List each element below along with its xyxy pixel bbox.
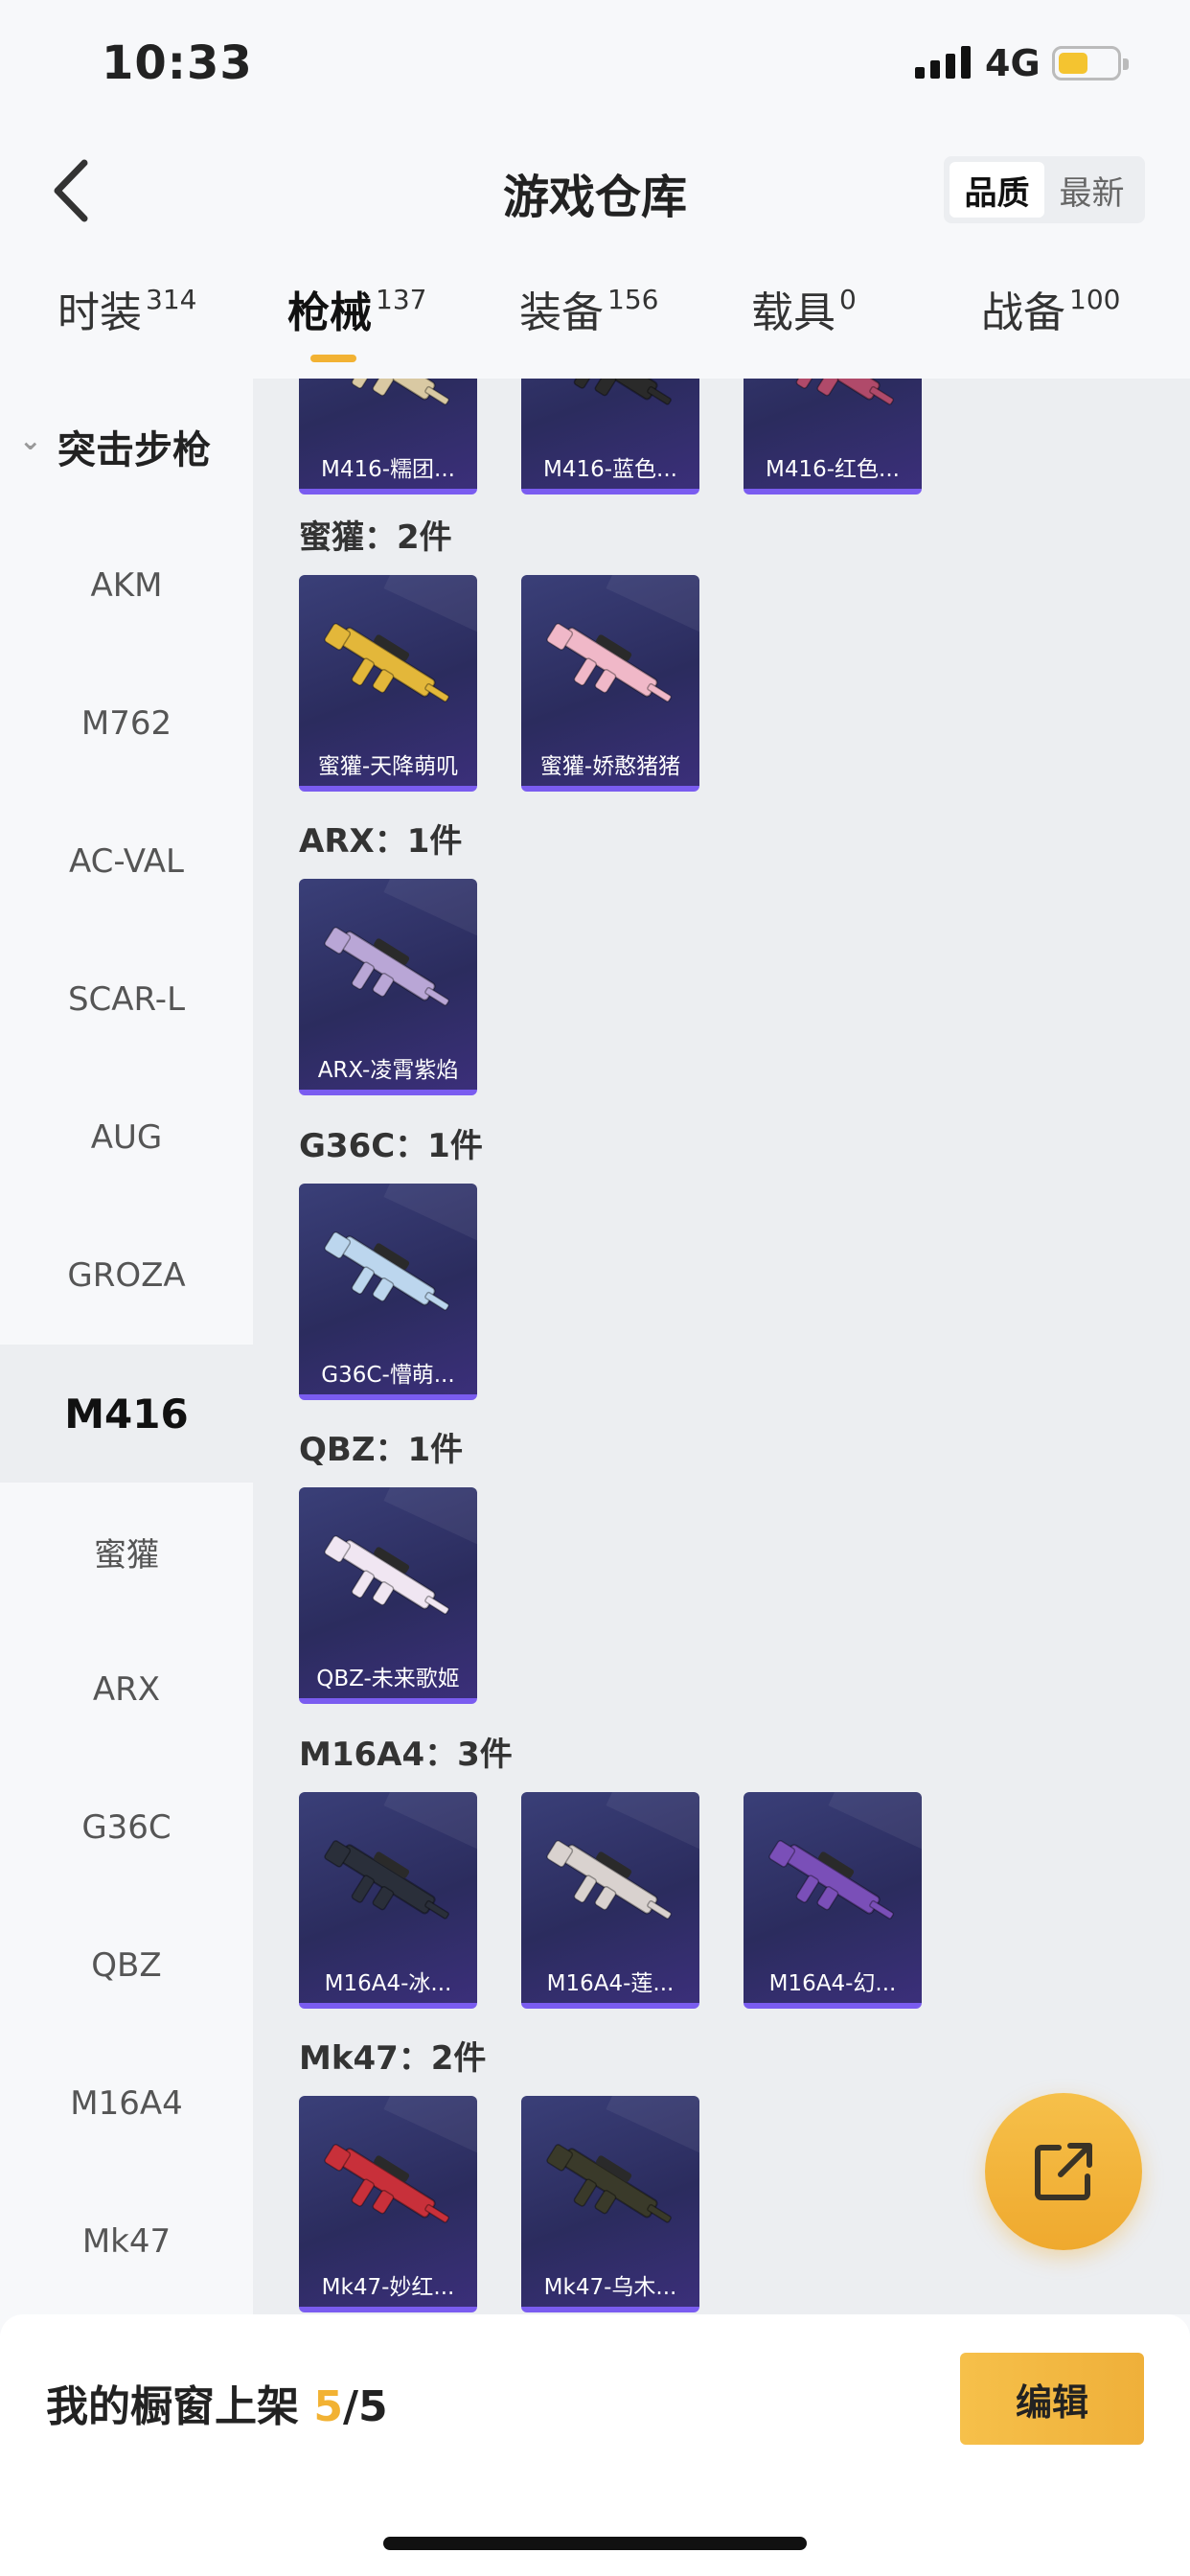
skin-card-name: M416-蓝色... <box>543 457 677 482</box>
skin-card[interactable]: M16A4-冰... <box>299 1792 477 2009</box>
skin-card[interactable]: M416-红色... <box>744 379 922 494</box>
tab-count: 314 <box>146 284 197 315</box>
skin-card-name: QBZ-未来歌姬 <box>316 1667 460 1691</box>
battery-icon <box>1052 46 1129 80</box>
signal-icon <box>915 46 971 79</box>
skin-card[interactable]: M16A4-莲... <box>521 1792 699 2009</box>
skin-card[interactable]: Mk47-乌木... <box>521 2096 699 2312</box>
tab-guns[interactable]: 枪械 137 <box>287 278 426 364</box>
active-tab-indicator <box>310 355 356 362</box>
weapon-skin-image <box>546 2144 672 2223</box>
sidebar-item-mk47[interactable]: Mk47 <box>0 2173 253 2311</box>
skin-card[interactable]: 蜜獾-娇憨猪猪 <box>521 575 699 792</box>
sidebar-group-label: 突击步枪 <box>57 428 211 472</box>
weapon-skin-image <box>324 927 449 1006</box>
showcase-label: 我的橱窗上架 <box>46 2382 299 2431</box>
weapon-skin-image <box>561 379 672 405</box>
sidebar-item-akm[interactable]: AKM <box>0 517 253 655</box>
skin-card-name: Mk47-乌木... <box>543 2275 677 2300</box>
sidebar-item-g36c[interactable]: G36C <box>0 1759 253 1897</box>
showcase-status: 我的橱窗上架 5/5 <box>46 2372 388 2433</box>
skin-card-name: M16A4-冰... <box>324 1971 452 1996</box>
sidebar-item-honey-badger[interactable]: 蜜獾 <box>0 1483 253 1621</box>
status-bar: 10:33 4G <box>0 0 1190 129</box>
skin-card-name: M416-糯团... <box>321 457 455 482</box>
skin-card-name: 蜜獾-娇憨猪猪 <box>539 754 681 779</box>
skin-card-name: M16A4-幻... <box>768 1971 897 1996</box>
skin-card[interactable]: M16A4-幻... <box>744 1792 922 2009</box>
section-title: M16A4：3件 <box>299 1736 513 1774</box>
bottom-bar: 我的橱窗上架 5/5 编辑 <box>0 2314 1190 2576</box>
section-title: 蜜獾：2件 <box>299 518 452 557</box>
skin-card[interactable]: G36C-懵萌... <box>299 1184 477 1400</box>
weapon-skin-image <box>783 379 894 405</box>
item-grid: M416-糯团... M416-蓝色... M416-红色... 蜜獾：2件 蜜… <box>253 379 1190 2314</box>
tab-label: 装备 <box>519 288 604 337</box>
category-tabs: 时装 314 枪械 137 装备 156 载具 0 战备 100 <box>0 278 1190 374</box>
tab-count: 100 <box>1069 284 1121 315</box>
skin-card[interactable]: Mk47-妙红... <box>299 2096 477 2312</box>
chevron-down-icon: ⌄ <box>19 425 42 456</box>
sort-toggle: 品质 最新 <box>944 156 1145 223</box>
sidebar-item-m762[interactable]: M762 <box>0 655 253 793</box>
sidebar: ⌄ 突击步枪 AKM M762 AC-VAL SCAR-L AUG GROZA … <box>0 379 253 2314</box>
skin-card-name: M16A4-莲... <box>546 1971 675 1996</box>
showcase-total-count: /5 <box>342 2382 388 2431</box>
skin-card-name: G36C-懵萌... <box>321 1363 455 1388</box>
tab-equipment[interactable]: 装备 156 <box>519 278 658 364</box>
showcase-current-count: 5 <box>313 2382 343 2431</box>
weapon-skin-image <box>324 1535 449 1615</box>
weapon-skin-image <box>324 2144 449 2223</box>
weapon-skin-image <box>768 1840 894 1920</box>
tab-label: 战备 <box>981 288 1065 337</box>
weapon-skin-image <box>338 379 449 405</box>
share-icon <box>1035 2143 1092 2200</box>
network-type: 4G <box>985 42 1041 84</box>
sidebar-item-m416[interactable]: M416 <box>0 1345 253 1483</box>
home-indicator <box>383 2537 807 2550</box>
skin-card[interactable]: M416-蓝色... <box>521 379 699 494</box>
weapon-skin-image <box>324 623 449 702</box>
tab-count: 0 <box>839 284 857 315</box>
tab-count: 137 <box>376 284 427 315</box>
skin-card[interactable]: 蜜獾-天降萌叽 <box>299 575 477 792</box>
sidebar-item-arx[interactable]: ARX <box>0 1621 253 1759</box>
skin-card[interactable]: M416-糯团... <box>299 379 477 494</box>
skin-card-name: ARX-凌霄紫焰 <box>317 1058 459 1083</box>
section-title: QBZ：1件 <box>299 1431 464 1469</box>
sort-quality-option[interactable]: 品质 <box>950 162 1044 218</box>
skin-card-name: M416-红色... <box>766 457 900 482</box>
weapon-skin-image <box>546 1840 672 1920</box>
skin-card[interactable]: QBZ-未来歌姬 <box>299 1487 477 1704</box>
skin-card-name: Mk47-妙红... <box>321 2275 455 2300</box>
sidebar-item-ac-val[interactable]: AC-VAL <box>0 793 253 931</box>
share-button[interactable] <box>985 2093 1142 2250</box>
sidebar-item-groza[interactable]: GROZA <box>0 1207 253 1345</box>
weapon-skin-image <box>324 1231 449 1311</box>
sidebar-item-scar-l[interactable]: SCAR-L <box>0 931 253 1069</box>
sidebar-group-assault-rifles[interactable]: ⌄ 突击步枪 <box>0 415 253 472</box>
tab-label: 时装 <box>57 288 142 337</box>
sidebar-item-m16a4[interactable]: M16A4 <box>0 2035 253 2173</box>
tab-supplies[interactable]: 战备 100 <box>981 278 1120 364</box>
tab-fashion[interactable]: 时装 314 <box>57 278 196 364</box>
header: 游戏仓库 品质 最新 <box>0 144 1190 240</box>
weapon-skin-image <box>324 1840 449 1920</box>
skin-card-name: 蜜獾-天降萌叽 <box>317 754 459 779</box>
tab-label: 载具 <box>751 288 835 337</box>
section-title: G36C：1件 <box>299 1127 483 1165</box>
tab-count: 156 <box>607 284 659 315</box>
edit-button[interactable]: 编辑 <box>960 2353 1144 2445</box>
sort-newest-option[interactable]: 最新 <box>1044 162 1139 218</box>
tab-vehicles[interactable]: 载具 0 <box>751 278 857 364</box>
status-time: 10:33 <box>102 36 253 90</box>
section-title: ARX：1件 <box>299 822 463 861</box>
sidebar-item-aug[interactable]: AUG <box>0 1069 253 1207</box>
tab-label: 枪械 <box>287 288 372 337</box>
section-title: Mk47：2件 <box>299 2039 487 2078</box>
sidebar-item-qbz[interactable]: QBZ <box>0 1897 253 2035</box>
skin-card[interactable]: ARX-凌霄紫焰 <box>299 879 477 1095</box>
weapon-skin-image <box>546 623 672 702</box>
